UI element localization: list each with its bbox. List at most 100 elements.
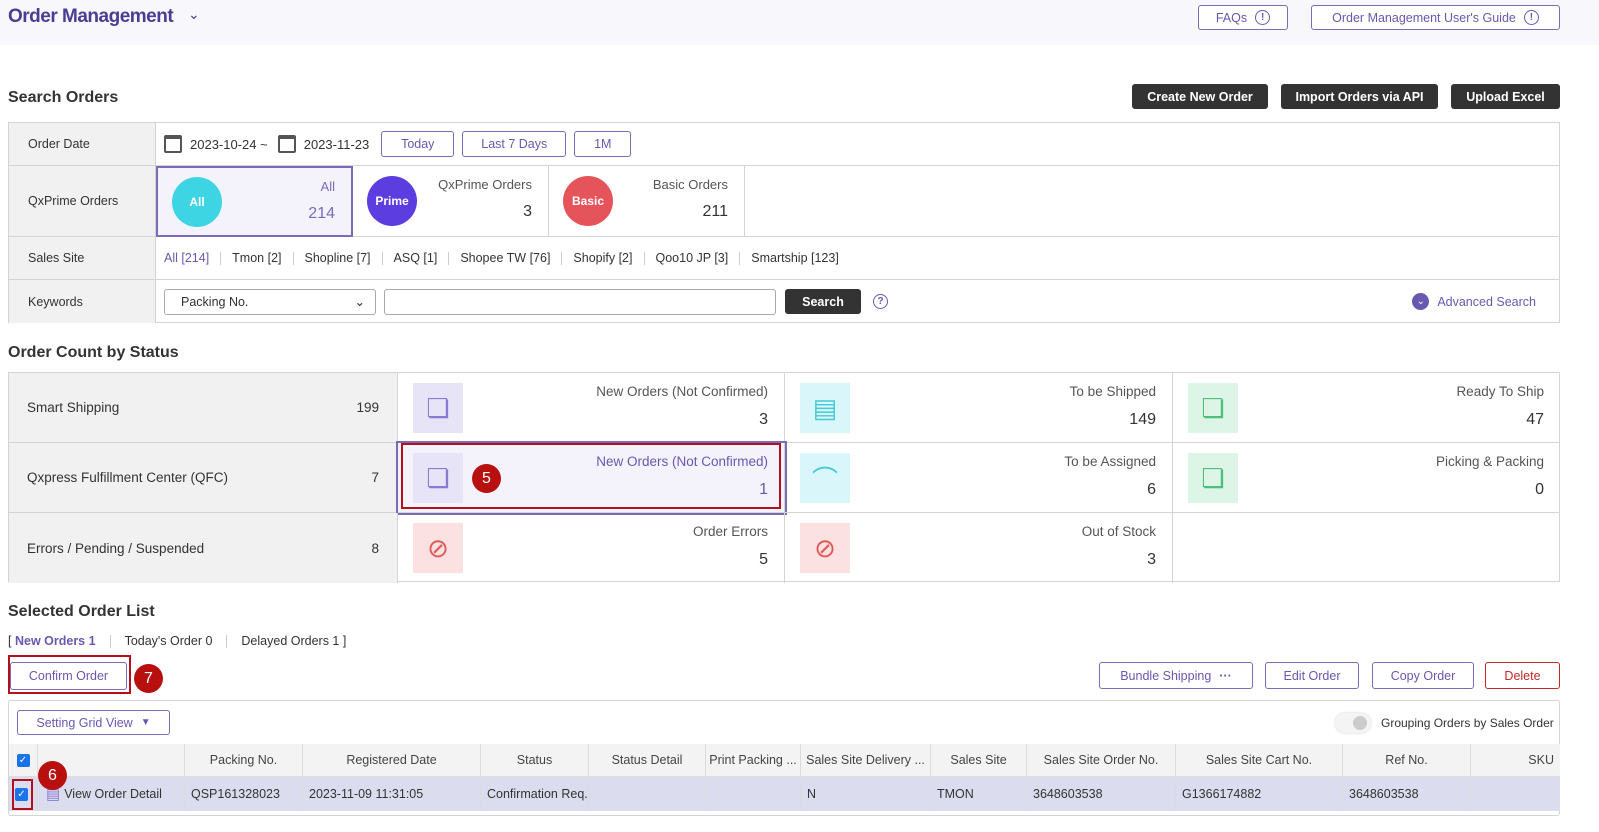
- bundle-shipping-button[interactable]: Bundle Shipping ···: [1099, 662, 1253, 689]
- table-cell: TMON: [931, 777, 1027, 811]
- chevron-down-icon[interactable]: ⌄: [188, 6, 200, 23]
- separator: [561, 251, 563, 265]
- advanced-search-toggle[interactable]: ⌄ Advanced Search: [1412, 293, 1536, 310]
- sales-site-filter[interactable]: Shopee TW [76]: [460, 251, 550, 265]
- calendar-icon[interactable]: [277, 135, 296, 153]
- separator: [381, 251, 383, 265]
- delete-button[interactable]: Delete: [1485, 662, 1560, 689]
- more-icon: ···: [1219, 668, 1232, 683]
- sales-site-filter[interactable]: Shopify [2]: [573, 251, 632, 265]
- status-cell[interactable]: ❏ New Orders (Not Confirmed) 3: [398, 373, 785, 443]
- tab-new-orders[interactable]: New Orders 1: [15, 634, 96, 648]
- group-name: Qxpress Fulfillment Center (QFC): [27, 470, 229, 485]
- search-button[interactable]: Search: [785, 289, 861, 314]
- setting-grid-view-button[interactable]: Setting Grid View ▼: [17, 710, 170, 735]
- status-label: New Orders (Not Confirmed): [596, 384, 768, 399]
- status-label: Picking & Packing: [1435, 454, 1544, 469]
- view-order-detail-label: View Order Detail: [64, 787, 162, 801]
- status-cell[interactable]: ❏ New Orders (Not Confirmed) 15: [396, 441, 787, 515]
- help-icon[interactable]: ?: [873, 294, 888, 309]
- annotation-box-7: [8, 655, 131, 694]
- grouping-toggle[interactable]: [1335, 713, 1371, 733]
- table-cell: [706, 777, 801, 811]
- group-name: Smart Shipping: [27, 400, 120, 415]
- keyword-type-value: Packing No.: [181, 294, 249, 309]
- edit-order-button[interactable]: Edit Order: [1265, 662, 1359, 689]
- column-header[interactable]: Registered Date: [303, 744, 481, 777]
- table-cell: Confirmation Req...: [481, 777, 589, 811]
- guide-label: Order Management User's Guide: [1332, 10, 1516, 25]
- sales-site-filter[interactable]: Qoo10 JP [3]: [656, 251, 729, 265]
- annotation-box-6: [12, 779, 33, 810]
- qx-basic-option[interactable]: Basic Basic Orders 211: [549, 166, 745, 236]
- basic-count: 211: [702, 203, 728, 220]
- column-header[interactable]: Status Detail: [589, 744, 706, 777]
- qx-all-option[interactable]: All All 214: [156, 166, 353, 237]
- keyword-input[interactable]: [384, 288, 776, 315]
- table-cell: N: [801, 777, 931, 811]
- today-button[interactable]: Today: [381, 131, 455, 157]
- status-cell[interactable]: ⊘ Out of Stock 3: [785, 513, 1173, 583]
- separator: [643, 251, 645, 265]
- status-count: 149: [1129, 411, 1156, 428]
- upload-excel-button[interactable]: Upload Excel: [1451, 84, 1560, 109]
- 1m-button[interactable]: 1M: [574, 131, 632, 157]
- user-guide-button[interactable]: Order Management User's Guide!: [1311, 5, 1560, 30]
- chevron-down-icon: ⌄: [354, 295, 365, 309]
- date-from[interactable]: 2023-10-24: [190, 137, 257, 152]
- date-to[interactable]: 2023-11-23: [304, 137, 370, 152]
- order-count-heading: Order Count by Status: [8, 344, 179, 361]
- document-icon: ▤: [800, 383, 850, 433]
- import-orders-api-button[interactable]: Import Orders via API: [1281, 84, 1438, 109]
- separator: [448, 251, 450, 265]
- tab-todays-order[interactable]: Today's Order 0: [125, 634, 213, 648]
- column-header[interactable]: Packing No.: [185, 744, 303, 777]
- prime-count: 3: [523, 203, 532, 220]
- sales-site-filter[interactable]: All [214]: [164, 251, 209, 265]
- status-cell[interactable]: ❏ Picking & Packing 0: [1173, 443, 1560, 513]
- qx-prime-option[interactable]: Prime QxPrime Orders 3: [353, 166, 549, 236]
- status-group-label: Qxpress Fulfillment Center (QFC) 7: [9, 443, 398, 513]
- sales-site-filter[interactable]: Shopline [7]: [305, 251, 371, 265]
- faqs-button[interactable]: FAQs!: [1198, 5, 1288, 30]
- copy-order-button[interactable]: Copy Order: [1372, 662, 1474, 689]
- table-cell: 3648603538: [1343, 777, 1471, 811]
- status-cell[interactable]: ⊘ Order Errors 5: [398, 513, 785, 583]
- select-all-checkbox[interactable]: ✓: [16, 753, 30, 767]
- status-label: Out of Stock: [1081, 524, 1156, 539]
- all-count: 214: [308, 205, 335, 222]
- sales-site-filter[interactable]: ASQ [1]: [394, 251, 438, 265]
- sales-site-filter[interactable]: Tmon [2]: [232, 251, 281, 265]
- keywords-label: Keywords: [9, 280, 156, 323]
- group-count: 8: [371, 540, 379, 556]
- column-header[interactable]: Sales Site: [931, 744, 1027, 777]
- column-header[interactable]: Print Packing ...: [706, 744, 801, 777]
- keywords-row: Keywords Packing No. ⌄ Search ? ⌄ Advanced…: [9, 280, 1559, 323]
- column-header[interactable]: Status: [481, 744, 589, 777]
- status-group-label: Smart Shipping 199: [9, 373, 398, 443]
- prime-label: QxPrime Orders: [438, 177, 532, 192]
- status-cell[interactable]: ❏ Ready To Ship 47: [1173, 373, 1560, 443]
- separator: [292, 251, 294, 265]
- triangle-down-icon: ▼: [140, 717, 151, 728]
- faqs-label: FAQs: [1215, 10, 1248, 25]
- status-cell[interactable]: ⌒ To be Assigned 6: [785, 443, 1173, 513]
- column-header[interactable]: Sales Site Cart No.: [1176, 744, 1343, 777]
- last-7-days-button[interactable]: Last 7 Days: [462, 131, 567, 157]
- status-cell[interactable]: ▤ To be Shipped 149: [785, 373, 1173, 443]
- status-count: 3: [1147, 551, 1156, 568]
- status-count: 0: [1535, 481, 1544, 498]
- basic-badge: Basic: [563, 176, 613, 226]
- column-header[interactable]: Sales Site Order No.: [1027, 744, 1176, 777]
- column-header[interactable]: Ref No.: [1343, 744, 1471, 777]
- order-tabs: [ New Orders 1 Today's Order 0 Delayed O…: [8, 634, 347, 648]
- calendar-icon[interactable]: [164, 135, 182, 153]
- select-all-cell: ✓: [9, 744, 38, 777]
- column-header[interactable]: SKU: [1471, 744, 1560, 777]
- create-new-order-button[interactable]: Create New Order: [1132, 84, 1268, 109]
- keyword-type-select[interactable]: Packing No. ⌄: [164, 288, 376, 315]
- tab-delayed-orders[interactable]: Delayed Orders 1: [241, 634, 339, 648]
- status-grid: Smart Shipping 199 ❏ New Orders (Not Confi…: [8, 372, 1560, 583]
- sales-site-filter[interactable]: Smartship [123]: [751, 251, 839, 265]
- column-header[interactable]: Sales Site Delivery ...: [801, 744, 931, 777]
